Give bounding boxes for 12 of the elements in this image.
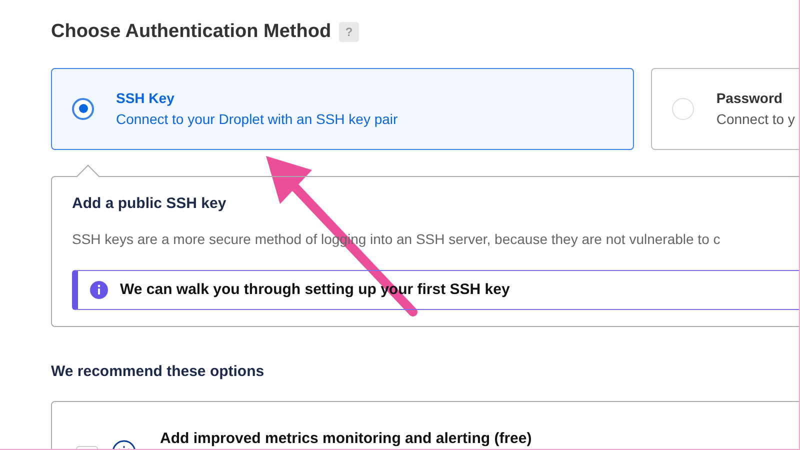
panel-title: Add a public SSH key [72, 194, 228, 214]
option-description: Connect to y [716, 110, 795, 129]
method-option[interactable]: Password Connect to y [651, 68, 799, 150]
radio-button[interactable] [72, 98, 94, 120]
section-title: Choose Authentication Method [51, 20, 332, 44]
option-label: Add improved metrics monitoring and alerting (free) [160, 429, 532, 449]
option-label: SSH Key [116, 88, 176, 108]
info-icon [90, 281, 108, 299]
option-description: Connect to your Droplet with an SSH key pair [116, 110, 398, 129]
method-option[interactable]: SSH Key Connect to your Droplet with an SSH key pair [51, 68, 634, 150]
option-label: Password [716, 88, 784, 108]
section-heading: We recommend these options [51, 362, 266, 382]
